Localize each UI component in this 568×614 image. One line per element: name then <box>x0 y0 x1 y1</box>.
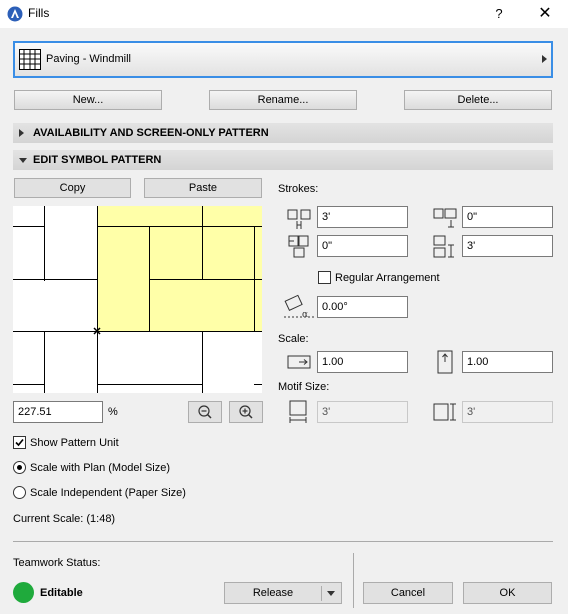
footer-divider <box>13 541 553 542</box>
teamwork-status-label: Teamwork Status: <box>13 557 101 569</box>
svg-text:α: α <box>302 310 308 320</box>
motif-width-input: 3' <box>317 401 408 423</box>
paste-button[interactable]: Paste <box>144 178 262 198</box>
vertical-offset-icon <box>433 208 457 228</box>
show-pattern-unit-label: Show Pattern Unit <box>30 437 119 449</box>
zoom-input[interactable]: 227.51 <box>13 401 103 423</box>
scale-x-input[interactable]: 1.00 <box>317 351 408 373</box>
window-title: Fills <box>28 6 50 20</box>
scale-with-plan-label: Scale with Plan (Model Size) <box>30 462 171 474</box>
motif-size-label: Motif Size: <box>278 381 330 393</box>
angle-icon: α <box>284 294 314 320</box>
collapse-arrow-icon <box>19 158 27 163</box>
scale-y-input[interactable]: 1.00 <box>462 351 553 373</box>
motif-height-input: 3' <box>462 401 553 423</box>
zoom-in-button[interactable] <box>229 401 263 423</box>
zoom-out-button[interactable] <box>188 401 222 423</box>
chevron-right-icon <box>542 55 547 63</box>
availability-section-header[interactable]: AVAILABILITY AND SCREEN-ONLY PATTERN <box>13 123 553 143</box>
release-button-label: Release <box>252 587 294 599</box>
motif-width-icon <box>289 400 307 423</box>
angle-input[interactable]: 0.00° <box>317 296 408 318</box>
fill-selector[interactable]: Paving - Windmill <box>13 41 553 78</box>
scale-y-icon <box>437 350 453 374</box>
show-pattern-unit-checkbox[interactable] <box>13 436 26 449</box>
close-button[interactable]: ✕ <box>532 4 558 24</box>
release-split-divider <box>321 586 322 601</box>
vertical-spacing-input[interactable]: 3' <box>462 235 553 257</box>
checkmark-icon <box>15 438 24 447</box>
title-bar <box>0 0 568 28</box>
zoom-out-icon <box>198 405 212 419</box>
scale-with-plan-radio[interactable] <box>13 461 26 474</box>
scale-independent-label: Scale Independent (Paper Size) <box>30 487 186 499</box>
horizontal-offset-icon <box>288 235 309 258</box>
scale-label: Scale: <box>278 333 309 345</box>
ok-button[interactable]: OK <box>463 582 552 604</box>
pattern-preview-canvas[interactable] <box>13 206 262 393</box>
horizontal-offset-input[interactable]: 0" <box>317 235 408 257</box>
motif-height-icon <box>433 403 456 421</box>
edit-symbol-section-title: EDIT SYMBOL PATTERN <box>33 154 162 166</box>
vertical-offset-input[interactable]: 0" <box>462 206 553 228</box>
strokes-label: Strokes: <box>278 183 319 195</box>
zoom-in-icon <box>239 405 253 419</box>
scale-x-icon <box>287 355 311 369</box>
rename-button[interactable]: Rename... <box>209 90 357 110</box>
scale-independent-radio[interactable] <box>13 486 26 499</box>
release-dropdown-icon[interactable] <box>327 591 335 596</box>
fill-pattern-icon <box>19 49 41 70</box>
footer-vertical-divider <box>353 553 354 608</box>
expand-arrow-icon <box>19 129 24 137</box>
regular-arrangement-label: Regular Arrangement <box>335 272 440 284</box>
copy-button[interactable]: Copy <box>14 178 131 198</box>
help-button[interactable]: ? <box>488 4 510 24</box>
cancel-button[interactable]: Cancel <box>363 582 453 604</box>
archicad-icon <box>7 6 23 22</box>
teamwork-status-value: Editable <box>40 587 83 599</box>
delete-button[interactable]: Delete... <box>404 90 552 110</box>
availability-section-title: AVAILABILITY AND SCREEN-ONLY PATTERN <box>33 127 269 139</box>
selected-fill-name: Paving - Windmill <box>46 53 131 65</box>
horizontal-spacing-icon <box>287 209 311 229</box>
vertical-spacing-icon <box>433 235 454 258</box>
current-scale-text: Current Scale: (1:48) <box>13 513 116 525</box>
pattern-preview-drawing <box>13 206 262 393</box>
status-indicator-icon <box>13 582 34 603</box>
edit-symbol-section-header[interactable]: EDIT SYMBOL PATTERN <box>13 150 553 170</box>
release-button[interactable]: Release <box>224 582 342 604</box>
horizontal-spacing-input[interactable]: 3' <box>317 206 408 228</box>
regular-arrangement-checkbox[interactable] <box>318 271 331 284</box>
zoom-unit: % <box>108 406 118 418</box>
new-button[interactable]: New... <box>14 90 162 110</box>
